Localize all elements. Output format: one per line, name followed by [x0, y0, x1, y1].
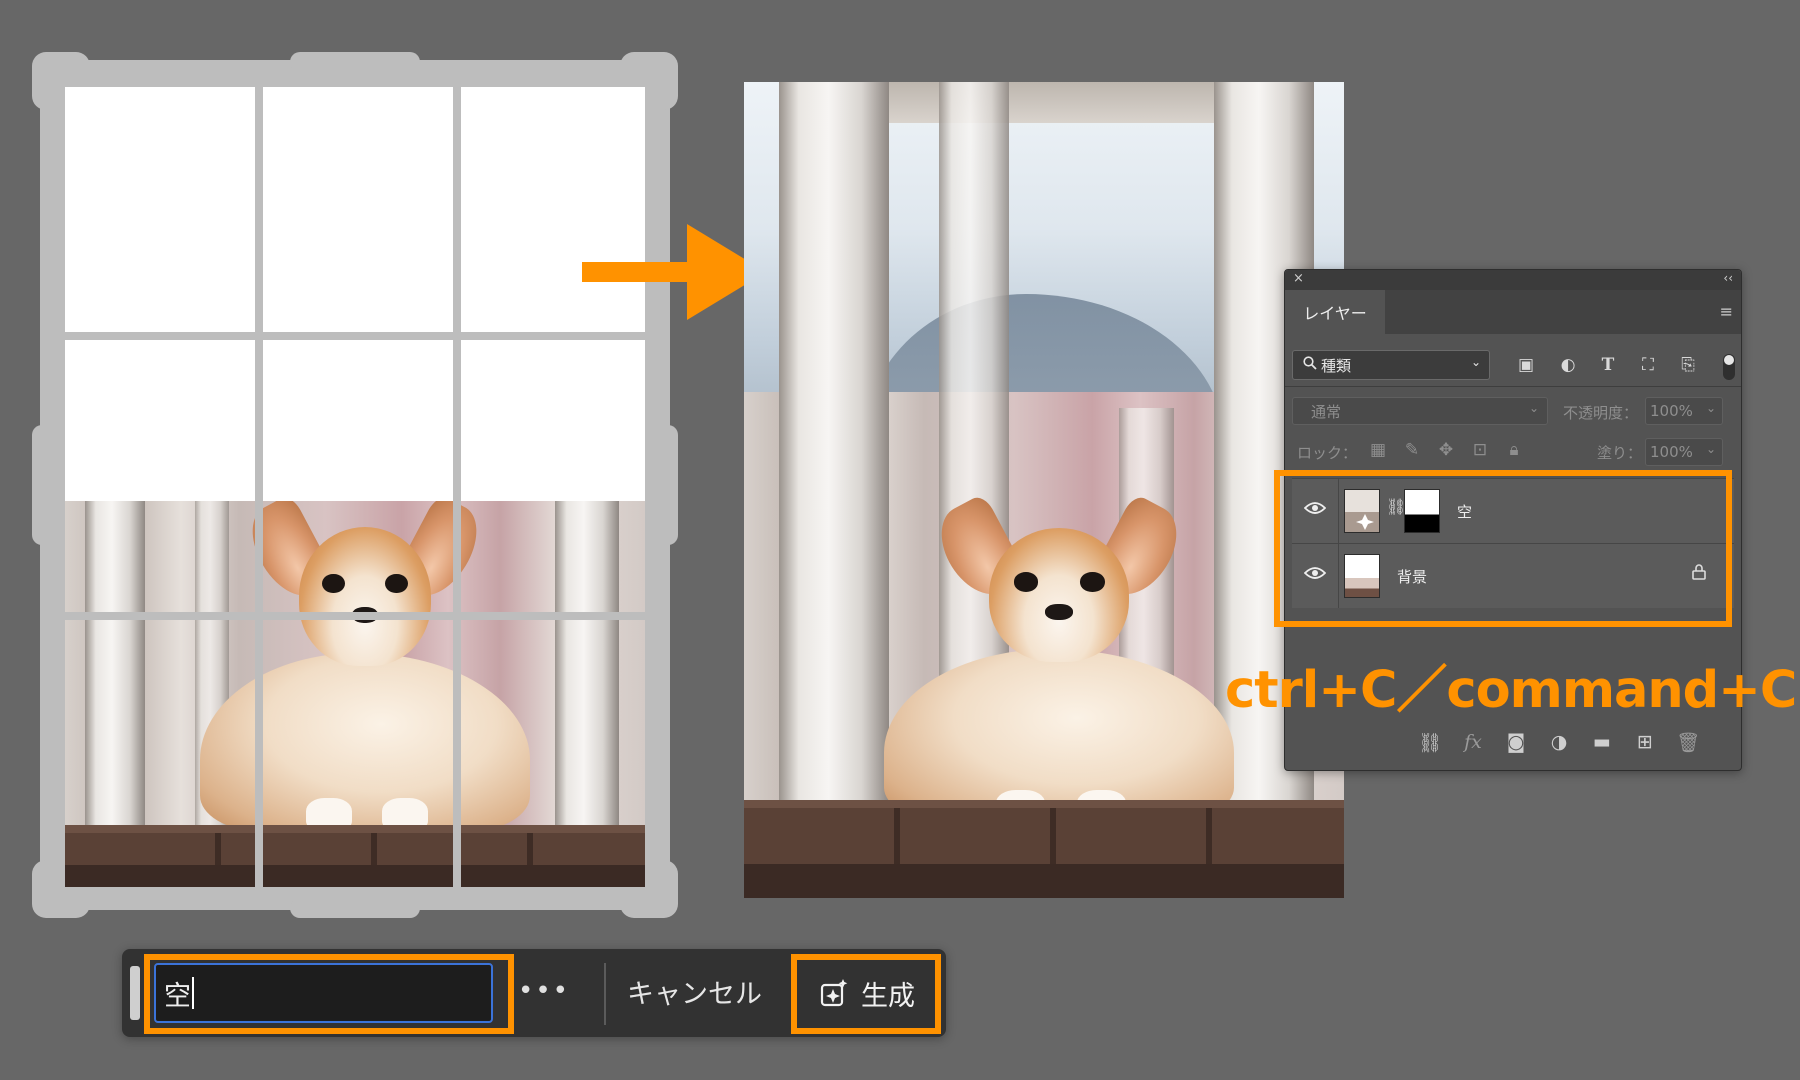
crop-grid-line: [453, 87, 461, 887]
cancel-button[interactable]: キャンセル: [627, 971, 762, 1011]
link-layers-icon[interactable]: ⛓: [1416, 728, 1444, 756]
collapse-panel-icon[interactable]: ‹‹: [1723, 271, 1733, 285]
chevron-down-icon: ⌄: [1705, 401, 1716, 415]
fill-label: 塗り：: [1597, 444, 1643, 462]
crop-handle-bottom[interactable]: [290, 898, 420, 918]
layers-highlight-box: [1274, 470, 1732, 627]
fx-icon[interactable]: fx: [1459, 728, 1487, 756]
panel-footer: ⛓ fx ◙ ◑ ▬ ⊞ 🗑︎: [1285, 728, 1741, 758]
crop-handle-right[interactable]: [658, 425, 678, 545]
close-icon[interactable]: ×: [1293, 271, 1304, 286]
more-options-button[interactable]: •••: [518, 971, 568, 1011]
lock-row: ロック： ▦ ✎ ✥ ⊡ 🔒︎ 塗り： 100% ⌄: [1285, 438, 1741, 468]
blend-mode-select[interactable]: 通常 ⌄: [1292, 397, 1548, 425]
crop-handle-left[interactable]: [32, 425, 52, 545]
search-icon: [1303, 356, 1317, 374]
new-layer-icon[interactable]: ⊞: [1631, 728, 1659, 756]
canvas-area: [65, 87, 645, 887]
lock-all-icon[interactable]: 🔒︎: [1503, 440, 1525, 460]
lock-position-icon[interactable]: ✥: [1435, 440, 1457, 460]
text-icon[interactable]: T: [1597, 354, 1619, 376]
fill-field[interactable]: 100% ⌄: [1645, 438, 1723, 466]
opacity-value: 100%: [1650, 402, 1693, 420]
crop-handle-top[interactable]: [290, 52, 420, 72]
original-photo: [65, 501, 645, 887]
crop-grid-line: [65, 332, 645, 340]
chevron-down-icon: ⌄: [1528, 401, 1539, 415]
blend-mode-value: 通常: [1311, 402, 1342, 421]
panel-titlebar: × ‹‹: [1285, 270, 1741, 290]
blend-row: 通常 ⌄ 不透明度： 100% ⌄: [1285, 397, 1741, 427]
crop-grid-line: [255, 87, 263, 887]
lock-transparency-icon[interactable]: ▦: [1367, 440, 1389, 460]
add-mask-icon[interactable]: ◙: [1502, 728, 1530, 756]
layer-filter-row: 種類 ⌄ ▣ ◐ T ⛶ ⎘: [1285, 350, 1741, 390]
lock-pixels-icon[interactable]: ✎: [1401, 440, 1423, 460]
adjustment-icon[interactable]: ◐: [1557, 354, 1579, 376]
expanded-canvas-preview: [32, 52, 678, 918]
crop-grid-line: [65, 612, 645, 620]
panel-menu-icon[interactable]: ≡: [1720, 302, 1733, 321]
right-arrow-icon: [582, 224, 766, 320]
smart-object-icon[interactable]: ⎘: [1677, 354, 1699, 376]
opacity-label: 不透明度：: [1563, 404, 1639, 422]
opacity-field[interactable]: 100% ⌄: [1645, 397, 1723, 425]
generate-highlight-box: [791, 954, 941, 1034]
tab-layers[interactable]: レイヤー: [1285, 290, 1385, 334]
chevron-down-icon: ⌄: [1470, 355, 1481, 369]
image-icon[interactable]: ▣: [1515, 354, 1537, 376]
filter-toggle[interactable]: [1723, 354, 1735, 380]
panel-tabbar: レイヤー ≡: [1285, 290, 1741, 334]
adjustment-layer-icon[interactable]: ◑: [1545, 728, 1573, 756]
generated-result-image: [744, 82, 1344, 898]
shortcut-caption: ctrl+C／command+C: [1225, 661, 1797, 720]
shape-icon[interactable]: ⛶: [1637, 354, 1659, 376]
trash-icon[interactable]: 🗑︎: [1674, 728, 1702, 756]
drag-handle[interactable]: [130, 966, 140, 1020]
filter-kind-label: 種類: [1321, 356, 1352, 375]
prompt-highlight-box: [144, 954, 514, 1034]
folder-icon[interactable]: ▬: [1588, 728, 1616, 756]
chevron-down-icon: ⌄: [1705, 442, 1716, 456]
filter-kind-select[interactable]: 種類 ⌄: [1292, 350, 1490, 380]
lock-artboard-icon[interactable]: ⊡: [1469, 440, 1491, 460]
fill-value: 100%: [1650, 443, 1693, 461]
lock-label: ロック：: [1297, 444, 1358, 462]
